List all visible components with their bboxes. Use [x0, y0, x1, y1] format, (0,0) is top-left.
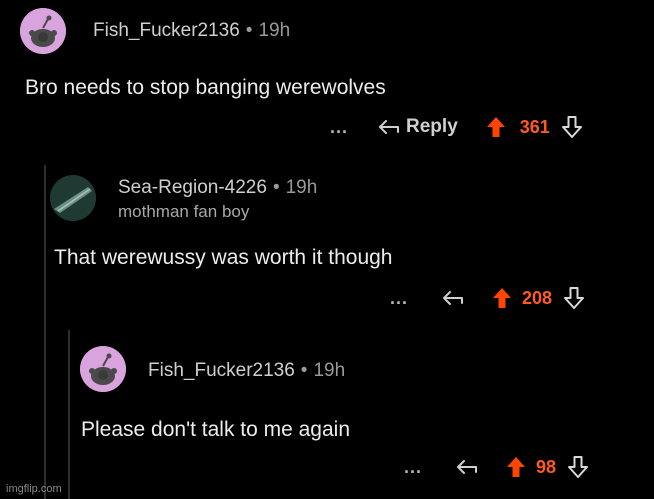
downvote-arrow-icon [561, 116, 582, 138]
comment-header: Fish_Fucker2136 • 19h [148, 360, 345, 382]
reply-button[interactable]: Reply [378, 116, 458, 138]
thread-line-level-1 [44, 165, 46, 499]
comment-body: That werewussy was worth it though [54, 246, 393, 269]
comment-actions: ... 208 [390, 285, 585, 311]
timestamp: 19h [285, 177, 318, 198]
mothman-avatar-icon [50, 175, 96, 221]
avatar-image[interactable] [50, 175, 96, 221]
username[interactable]: Sea-Region-4226 [118, 177, 267, 198]
reply-button[interactable] [456, 458, 478, 476]
upvote-arrow-icon [486, 117, 505, 137]
downvote-button[interactable] [561, 116, 582, 138]
comment-actions: ... 98 [404, 454, 589, 480]
timestamp: 19h [313, 360, 346, 381]
watermark: imgflip.com [6, 483, 62, 495]
snoo-avatar-icon [20, 8, 66, 54]
reply-arrow-icon [443, 291, 464, 305]
reply-button[interactable] [442, 289, 464, 307]
separator-dot: • [300, 360, 308, 381]
reply-label: Reply [406, 116, 458, 137]
comment-header: Fish_Fucker2136 • 19h [93, 20, 290, 42]
user-flair: mothman fan boy [118, 202, 250, 221]
upvote-button[interactable] [506, 456, 526, 478]
upvote-arrow-icon [507, 457, 526, 477]
comment-actions: ... Reply 361 [330, 114, 582, 140]
comment-header: Sea-Region-4226 • 19h [118, 177, 317, 199]
comment-body: Bro needs to stop banging werewolves [25, 76, 386, 99]
comment-body: Please don't talk to me again [81, 418, 351, 441]
more-options-button[interactable]: ... [330, 117, 348, 138]
reply-arrow-icon [457, 460, 478, 474]
vote-score: 208 [522, 287, 553, 308]
more-options-button[interactable]: ... [404, 457, 422, 478]
username[interactable]: Fish_Fucker2136 [148, 360, 295, 381]
username[interactable]: Fish_Fucker2136 [93, 20, 240, 41]
more-options-button[interactable]: ... [390, 288, 408, 309]
separator-dot: • [272, 177, 280, 198]
upvote-button[interactable] [492, 287, 512, 309]
snoo-avatar-icon [80, 346, 126, 392]
reply-arrow-icon [379, 120, 400, 134]
vote-score: 361 [519, 116, 550, 137]
upvote-arrow-icon [493, 288, 512, 308]
avatar-snoo-icon[interactable] [20, 8, 66, 54]
downvote-arrow-icon [564, 287, 585, 309]
vote-score: 98 [536, 456, 557, 477]
avatar-snoo-icon[interactable] [80, 346, 126, 392]
separator-dot: • [245, 20, 253, 41]
upvote-button[interactable] [486, 116, 506, 138]
thread-line-level-2 [68, 330, 70, 499]
timestamp: 19h [258, 20, 291, 41]
downvote-button[interactable] [568, 456, 589, 478]
downvote-arrow-icon [568, 456, 589, 478]
downvote-button[interactable] [564, 287, 585, 309]
